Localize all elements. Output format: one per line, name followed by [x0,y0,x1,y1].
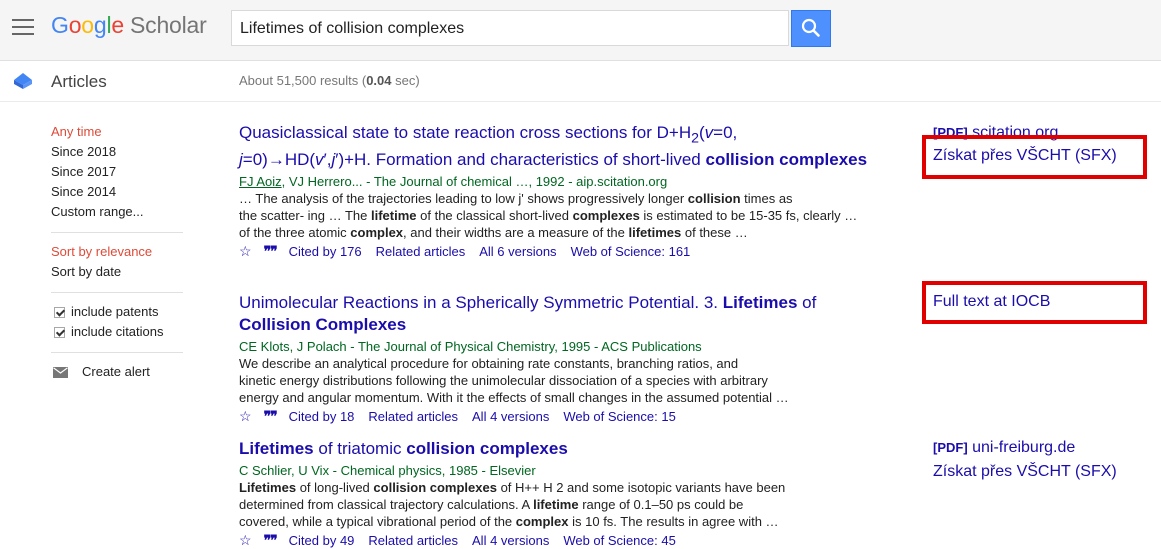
logo-letter: G [51,12,69,38]
logo-letter: g [93,12,107,38]
search-icon [801,18,820,37]
logo-letter: o [68,12,82,38]
results-time: 0.04 [366,73,392,88]
checkbox-label: include patents [71,304,159,319]
filter-custom-range[interactable]: Custom range... [51,202,183,222]
divider [51,352,183,353]
include-citations-checkbox[interactable]: include citations [51,322,183,342]
create-alert-button[interactable]: Create alert [51,362,183,382]
filter-any-time[interactable]: Any time [51,122,183,142]
cited-by-link[interactable]: Cited by 49 [289,532,355,549]
search-result: Quasiclassical state to state reaction c… [239,122,869,260]
articles-icon [14,73,32,89]
all-versions-link[interactable]: All 6 versions [479,243,556,260]
snippet-line: Lifetimes of long-lived collision comple… [239,480,786,495]
related-articles-link[interactable]: Related articles [376,243,466,260]
logo-letter: o [81,12,94,38]
related-articles-link[interactable]: Related articles [368,532,458,549]
logo-scholar-text: Scholar [130,12,207,38]
create-alert-label: Create alert [82,364,150,379]
snippet-line: kinetic energy distributions following t… [239,373,768,388]
snippet-line: covered, while a typical vibrational per… [239,514,779,529]
star-icon[interactable]: ☆ [239,408,252,425]
result-actions: ☆ ❞❞ Cited by 176 Related articles All 6… [239,243,869,260]
subheader: Articles About 51,500 results (0.04 sec) [0,61,1161,102]
sidebar: Any time Since 2018 Since 2017 Since 201… [51,122,183,382]
google-scholar-logo[interactable]: Google Scholar [51,12,207,39]
result-title-link[interactable]: Quasiclassical state to state reaction c… [239,122,869,171]
star-icon[interactable]: ☆ [239,532,252,549]
section-title: Articles [51,72,107,91]
author-link[interactable]: FJ Aoiz [239,174,282,189]
hamburger-menu-icon[interactable] [12,19,34,37]
result-title-link[interactable]: Unimolecular Reactions in a Spherically … [239,292,869,336]
results-prefix: About 51,500 results ( [239,73,367,88]
cite-quote-icon[interactable]: ❞❞ [264,408,278,425]
result-snippet: Lifetimes of long-lived collision comple… [239,479,869,530]
results-suffix: sec) [391,73,420,88]
checkbox-checked-icon [54,326,65,338]
result-actions: ☆ ❞❞ Cited by 18 Related articles All 4 … [239,408,869,425]
pdf-source: uni-freiburg.de [967,439,1076,456]
result-actions: ☆ ❞❞ Cited by 49 Related articles All 4 … [239,532,869,549]
envelope-icon [53,366,68,378]
result-snippet: … The analysis of the trajectories leadi… [239,190,869,241]
cited-by-link[interactable]: Cited by 176 [289,243,362,260]
web-of-science-link[interactable]: Web of Science: 45 [563,532,676,549]
result-authors: FJ Aoiz, VJ Herrero... - The Journal of … [239,173,869,190]
snippet-line: energy and angular momentum. With it the… [239,390,789,405]
checkbox-checked-icon [54,306,65,318]
related-articles-link[interactable]: Related articles [368,408,458,425]
divider [51,292,183,293]
all-versions-link[interactable]: All 4 versions [472,408,549,425]
cite-quote-icon[interactable]: ❞❞ [264,243,278,260]
web-of-science-link[interactable]: Web of Science: 15 [563,408,676,425]
snippet-line: the scatter- ing … The lifetime of the c… [239,208,858,224]
all-versions-link[interactable]: All 4 versions [472,532,549,549]
checkbox-label: include citations [71,324,164,339]
authors-text: , VJ Herrero... - The Journal of chemica… [281,174,668,190]
filter-since-2014[interactable]: Since 2014 [51,182,183,202]
sort-by-date[interactable]: Sort by date [51,262,183,282]
include-patents-checkbox[interactable]: include patents [51,302,183,322]
results-count: About 51,500 results (0.04 sec) [239,73,420,88]
filter-since-2018[interactable]: Since 2018 [51,142,183,162]
snippet-line: … The analysis of the trajectories leadi… [239,191,793,207]
snippet-line: We describe an analytical procedure for … [239,356,739,371]
web-of-science-link[interactable]: Web of Science: 161 [571,243,691,260]
search-result: Unimolecular Reactions in a Spherically … [239,292,869,425]
result-authors: CE Klots, J Polach - The Journal of Phys… [239,339,702,354]
result-authors: C Schlier, U Vix - Chemical physics, 198… [239,463,536,478]
result-snippet: We describe an analytical procedure for … [239,355,869,406]
top-bar: Google Scholar Lifetimes of collision com… [0,0,1161,61]
search-result: Lifetimes of triatomic collision complex… [239,438,869,549]
snippet-line: of the three atomic complex, and their w… [239,225,748,241]
highlight-box [922,135,1147,179]
sfx-link[interactable]: Získat přes VŠCHT (SFX) [933,463,1117,481]
search-input[interactable]: Lifetimes of collision complexes [231,10,789,46]
pdf-link[interactable]: [PDF] uni-freiburg.de [933,439,1075,457]
highlight-box [922,281,1147,324]
logo-letter: e [111,12,124,38]
search-button[interactable] [791,10,831,47]
divider [51,232,183,233]
sort-by-relevance[interactable]: Sort by relevance [51,242,183,262]
result-title-link[interactable]: Lifetimes of triatomic collision complex… [239,438,869,460]
filter-since-2017[interactable]: Since 2017 [51,162,183,182]
pdf-tag: [PDF] [933,440,968,455]
cite-quote-icon[interactable]: ❞❞ [264,532,278,549]
cited-by-link[interactable]: Cited by 18 [289,408,355,425]
snippet-line: determined from classical trajectory cal… [239,497,744,512]
star-icon[interactable]: ☆ [239,243,252,260]
